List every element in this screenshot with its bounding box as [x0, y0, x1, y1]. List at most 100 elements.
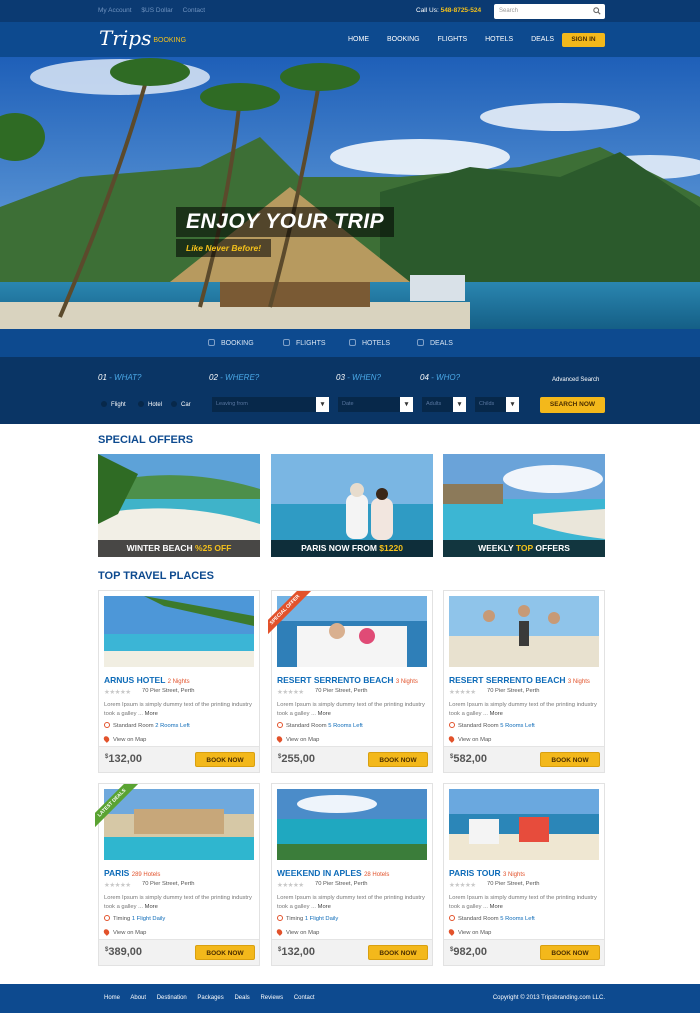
tab-booking[interactable]: BOOKING: [208, 339, 254, 347]
book-now-button[interactable]: BOOK NOW: [540, 752, 600, 767]
more-link[interactable]: More: [145, 711, 158, 717]
place-name[interactable]: PARIS 289 Hotels: [104, 868, 160, 878]
place-name[interactable]: RESERT SERRENTO BEACH 3 Nights: [277, 675, 418, 685]
more-link[interactable]: More: [318, 904, 331, 910]
place-card: RESERT SERRENTO BEACH 3 Nights ★★★★★ 70 Pi…: [443, 590, 605, 773]
place-photo: [104, 596, 254, 667]
caption-highlight: $1220: [379, 543, 403, 553]
logo[interactable]: Trips BOOKING: [99, 26, 186, 50]
place-name[interactable]: WEEKEND IN APLES 28 Hotels: [277, 868, 389, 878]
offer-weekly-top[interactable]: WEEKLY TOP OFFERS: [443, 454, 605, 557]
map-pin-icon: [102, 928, 111, 936]
top-places-title: TOP TRAVEL PLACES: [98, 570, 214, 582]
currency-link[interactable]: $US Dollar: [141, 7, 172, 14]
room-info: Standard Room 2 Rooms Left: [104, 722, 190, 729]
contact-link[interactable]: Contact: [183, 7, 205, 14]
clock-icon: [449, 915, 455, 921]
nav-deals[interactable]: DEALS: [531, 36, 554, 43]
place-image[interactable]: [449, 596, 599, 667]
special-offers-title: SPECIAL OFFERS: [98, 434, 194, 446]
place-image[interactable]: [449, 789, 599, 860]
rating-stars: ★★★★★: [449, 882, 476, 889]
desc-text: Lorem Ipsum is simply dummy text of the …: [104, 895, 252, 910]
search-now-button[interactable]: SEARCH NOW: [540, 397, 605, 413]
view-on-map-link[interactable]: View on Map: [275, 735, 319, 743]
radio-flight[interactable]: Flight: [101, 401, 126, 408]
offer-winter-beach[interactable]: WINTER BEACH %25 OFF: [98, 454, 260, 557]
room-availability: 1 Flight Daily: [131, 916, 166, 922]
footer-home[interactable]: Home: [104, 995, 120, 1001]
search-form: 01 - WHAT? 02 - WHERE? 03 - WHEN? 04 - W…: [0, 357, 700, 424]
footer-contact[interactable]: Contact: [294, 995, 315, 1001]
childs-select[interactable]: Childs ▾: [475, 397, 519, 412]
radio-hotel[interactable]: Hotel: [138, 401, 162, 408]
footer-links: Home About Destination Packages Deals Re…: [104, 995, 324, 1001]
nav-booking[interactable]: BOOKING: [387, 36, 420, 43]
clock-icon: [104, 722, 110, 728]
date-select[interactable]: Date ▾: [338, 397, 413, 412]
view-on-map-link[interactable]: View on Map: [102, 735, 146, 743]
price-value: 132,00: [281, 946, 315, 958]
place-title: WEEKEND IN APLES: [277, 868, 362, 878]
offer-paris[interactable]: PARIS NOW FROM $1220: [271, 454, 433, 557]
footer-about[interactable]: About: [130, 995, 146, 1001]
place-address: 70 Pier Street, Perth: [315, 881, 368, 887]
place-description: Lorem Ipsum is simply dummy text of the …: [104, 894, 256, 912]
place-name[interactable]: ARNUS HOTEL 2 Nights: [104, 675, 190, 685]
view-map-label: View on Map: [286, 930, 320, 936]
place-name[interactable]: RESERT SERRENTO BEACH 3 Nights: [449, 675, 590, 685]
footer-deals[interactable]: Deals: [234, 995, 249, 1001]
place-name[interactable]: PARIS TOUR 3 Nights: [449, 868, 525, 878]
book-now-button[interactable]: BOOK NOW: [540, 945, 600, 960]
place-address: 70 Pier Street, Perth: [142, 688, 195, 694]
nav-flights[interactable]: FLIGHTS: [438, 36, 468, 43]
place-image[interactable]: [277, 789, 427, 860]
view-on-map-link[interactable]: View on Map: [275, 928, 320, 936]
chevron-down-icon: ▾: [316, 397, 329, 412]
more-link[interactable]: More: [318, 711, 331, 717]
more-link[interactable]: More: [490, 711, 503, 717]
desc-text: Lorem Ipsum is simply dummy text of the …: [449, 702, 597, 717]
tab-hotels[interactable]: HOTELS: [349, 339, 390, 347]
footer-destination[interactable]: Destination: [157, 995, 187, 1001]
book-now-button[interactable]: BOOK NOW: [195, 945, 255, 960]
hero-title: ENJOY YOUR TRIP: [176, 207, 395, 237]
map-pin-icon: [102, 735, 111, 743]
place-image[interactable]: [104, 596, 254, 667]
adults-select[interactable]: Adults ▾: [422, 397, 466, 412]
tab-hotels-label: HOTELS: [362, 340, 391, 347]
search-input[interactable]: Search: [494, 4, 605, 19]
leaving-from-select[interactable]: Leaving from ▾: [212, 397, 329, 412]
more-link[interactable]: More: [490, 904, 503, 910]
more-link[interactable]: More: [145, 904, 158, 910]
book-now-button[interactable]: BOOK NOW: [368, 752, 428, 767]
sign-in-button[interactable]: SIGN IN: [562, 33, 605, 47]
caption-highlight: TOP: [515, 543, 534, 553]
advanced-search-link[interactable]: Advanced Search: [552, 377, 599, 383]
view-on-map-link[interactable]: View on Map: [447, 928, 491, 936]
copyright: Copyright © 2013 Tripsbranding.com LLC.: [492, 995, 605, 1001]
search-icon[interactable]: [593, 7, 601, 15]
book-now-button[interactable]: BOOK NOW: [368, 945, 428, 960]
rating-stars: ★★★★★: [104, 689, 131, 696]
view-on-map-link[interactable]: View on Map: [447, 735, 491, 743]
my-account-link[interactable]: My Account: [98, 7, 132, 14]
nav-hotels[interactable]: HOTELS: [485, 36, 513, 43]
footer-packages[interactable]: Packages: [197, 995, 223, 1001]
select-value: Date: [342, 401, 354, 407]
room-type: Standard Room: [113, 723, 154, 729]
tab-deals-label: DEALS: [430, 340, 453, 347]
nav-home[interactable]: HOME: [348, 36, 369, 43]
tab-booking-label: BOOKING: [221, 340, 254, 347]
radio-car[interactable]: Car: [171, 401, 191, 408]
tab-flights[interactable]: FLIGHTS: [283, 339, 326, 347]
footer-reviews[interactable]: Reviews: [260, 995, 283, 1001]
room-type: Timing: [113, 916, 131, 922]
radio-circle: [171, 401, 177, 407]
select-value: Adults: [426, 401, 442, 407]
tab-deals[interactable]: DEALS: [417, 339, 453, 347]
book-now-button[interactable]: BOOK NOW: [195, 752, 255, 767]
room-info: Standard Room 5 Rooms Left: [449, 722, 535, 729]
view-on-map-link[interactable]: View on Map: [102, 928, 146, 936]
step-who: 04 - WHO?: [420, 373, 460, 382]
